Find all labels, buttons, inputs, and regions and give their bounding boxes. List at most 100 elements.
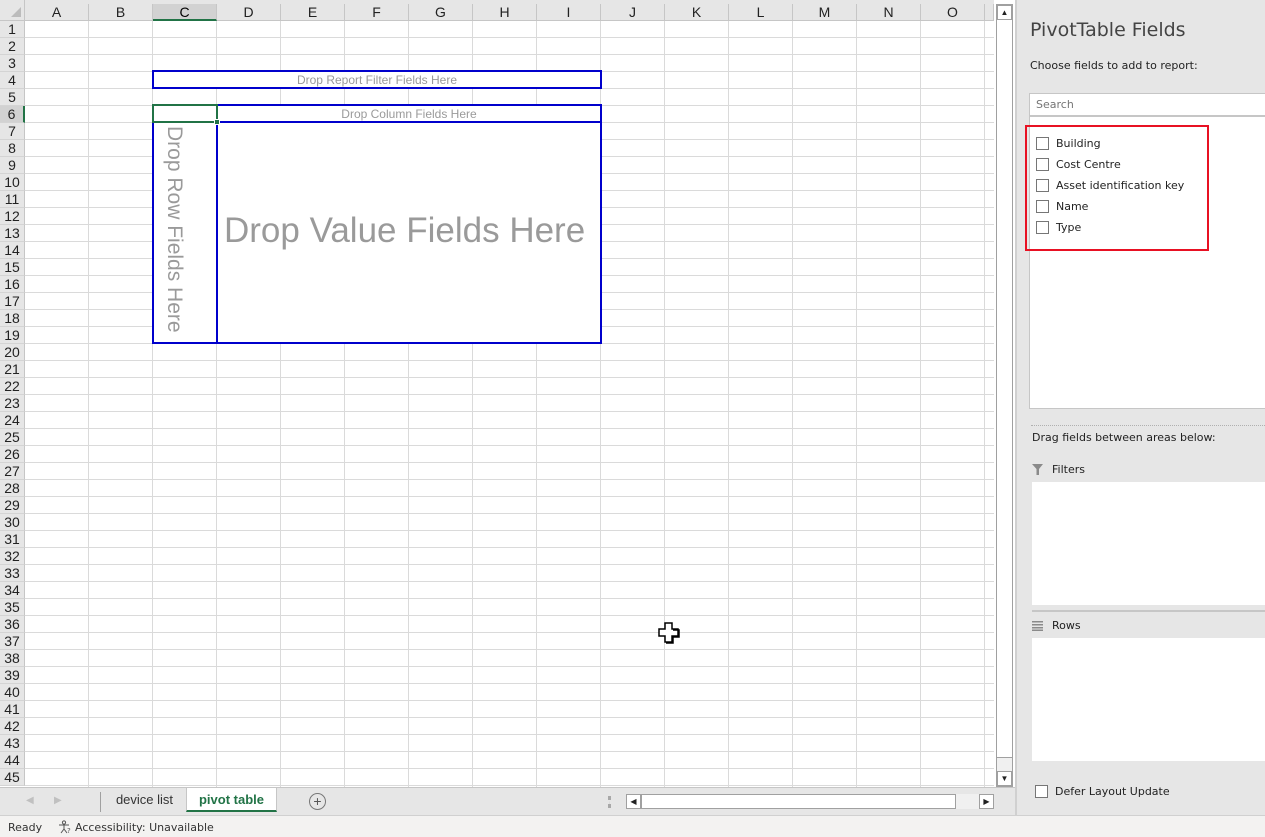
row-header-10[interactable]: 10 [0, 174, 25, 191]
row-fields-drop-area[interactable]: Drop Row Fields Here [152, 121, 218, 344]
value-fields-drop-area[interactable]: Drop Value Fields Here [216, 121, 602, 344]
column-header-L[interactable]: L [729, 4, 793, 21]
field-search-input[interactable] [1029, 93, 1265, 116]
rows-area-label: Rows [1052, 619, 1081, 632]
row-header-8[interactable]: 8 [0, 140, 25, 157]
gridline-vertical [792, 21, 793, 787]
report-filter-drop-area[interactable]: Drop Report Filter Fields Here [152, 70, 602, 89]
row-header-35[interactable]: 35 [0, 599, 25, 616]
row-header-15[interactable]: 15 [0, 259, 25, 276]
column-header-N[interactable]: N [857, 4, 921, 21]
column-header-H[interactable]: H [473, 4, 537, 21]
row-header-14[interactable]: 14 [0, 242, 25, 259]
gridline-horizontal [25, 394, 994, 395]
row-header-19[interactable]: 19 [0, 327, 25, 344]
defer-layout-update[interactable]: Defer Layout Update [1035, 785, 1170, 798]
column-header-I[interactable]: I [537, 4, 601, 21]
selected-cell-C6[interactable] [152, 104, 218, 123]
scroll-left-button[interactable]: ◀ [626, 794, 641, 809]
gridline-horizontal [25, 37, 994, 38]
row-header-11[interactable]: 11 [0, 191, 25, 208]
horizontal-scroll-thumb[interactable] [641, 794, 956, 809]
column-header-M[interactable]: M [793, 4, 857, 21]
row-header-7[interactable]: 7 [0, 123, 25, 140]
prev-sheet-icon[interactable]: ◀ [26, 795, 34, 806]
filters-drop-area[interactable] [1032, 482, 1265, 605]
row-header-43[interactable]: 43 [0, 735, 25, 752]
row-header-39[interactable]: 39 [0, 667, 25, 684]
fill-handle[interactable] [214, 119, 220, 125]
row-header-36[interactable]: 36 [0, 616, 25, 633]
row-header-23[interactable]: 23 [0, 395, 25, 412]
row-header-12[interactable]: 12 [0, 208, 25, 225]
column-header-D[interactable]: D [217, 4, 281, 21]
row-header-18[interactable]: 18 [0, 310, 25, 327]
sheet-tab-device-list[interactable]: device list [103, 788, 186, 812]
row-header-37[interactable]: 37 [0, 633, 25, 650]
gridline-horizontal [25, 581, 994, 582]
row-header-1[interactable]: 1 [0, 21, 25, 38]
add-sheet-icon[interactable]: + [309, 793, 326, 810]
defer-layout-checkbox[interactable] [1035, 785, 1048, 798]
gridline-horizontal [25, 479, 994, 480]
column-header-F[interactable]: F [345, 4, 409, 21]
row-header-3[interactable]: 3 [0, 55, 25, 72]
column-header-K[interactable]: K [665, 4, 729, 21]
row-header-29[interactable]: 29 [0, 497, 25, 514]
vertical-scroll-thumb[interactable] [997, 20, 1012, 758]
row-header-28[interactable]: 28 [0, 480, 25, 497]
row-header-24[interactable]: 24 [0, 412, 25, 429]
rows-drop-area[interactable] [1032, 638, 1265, 761]
row-header-2[interactable]: 2 [0, 38, 25, 55]
row-header-4[interactable]: 4 [0, 72, 25, 89]
accessibility-status[interactable]: Accessibility: Unavailable [75, 821, 214, 834]
gridline-horizontal [25, 530, 994, 531]
row-header-17[interactable]: 17 [0, 293, 25, 310]
row-header-21[interactable]: 21 [0, 361, 25, 378]
row-header-26[interactable]: 26 [0, 446, 25, 463]
column-header-G[interactable]: G [409, 4, 473, 21]
row-header-5[interactable]: 5 [0, 89, 25, 106]
select-all-button[interactable] [0, 0, 25, 21]
row-header-32[interactable]: 32 [0, 548, 25, 565]
row-header-44[interactable]: 44 [0, 752, 25, 769]
column-header-J[interactable]: J [601, 4, 665, 21]
row-header-13[interactable]: 13 [0, 225, 25, 242]
column-header-O[interactable]: O [921, 4, 985, 21]
vertical-scrollbar[interactable]: ▲ ▼ [996, 4, 1013, 787]
row-header-22[interactable]: 22 [0, 378, 25, 395]
row-header-40[interactable]: 40 [0, 684, 25, 701]
scroll-right-button[interactable]: ▶ [979, 794, 994, 809]
row-header-45[interactable]: 45 [0, 769, 25, 786]
row-header-25[interactable]: 25 [0, 429, 25, 446]
column-header-A[interactable]: A [25, 4, 89, 21]
row-header-42[interactable]: 42 [0, 718, 25, 735]
gridline-horizontal [25, 428, 994, 429]
row-header-30[interactable]: 30 [0, 514, 25, 531]
pivottable-fields-pane: PivotTable Fields Choose fields to add t… [1015, 0, 1265, 815]
row-header-41[interactable]: 41 [0, 701, 25, 718]
worksheet-grid[interactable]: ABCDEFGHIJKLMNO 1 2 3 4 5 6 7 8 9 10 11 12 13 14 15 16 1… [0, 0, 994, 787]
column-header-E[interactable]: E [281, 4, 345, 21]
tab-splitter-handle[interactable] [608, 796, 611, 808]
column-header-C[interactable]: C [153, 4, 217, 21]
gridline-horizontal [25, 445, 994, 446]
row-header-20[interactable]: 20 [0, 344, 25, 361]
row-header-31[interactable]: 31 [0, 531, 25, 548]
row-header-33[interactable]: 33 [0, 565, 25, 582]
row-header-6[interactable]: 6 [0, 106, 25, 123]
row-header-9[interactable]: 9 [0, 157, 25, 174]
next-sheet-icon[interactable]: ▶ [54, 795, 62, 806]
row-header-38[interactable]: 38 [0, 650, 25, 667]
vertical-scroll-track[interactable] [997, 758, 1012, 771]
gridline-vertical [856, 21, 857, 787]
column-header-B[interactable]: B [89, 4, 153, 21]
scroll-down-button[interactable]: ▼ [997, 771, 1012, 786]
sheet-tab-pivot-table[interactable]: pivot table [186, 788, 277, 812]
column-header-partial[interactable] [985, 4, 994, 21]
row-header-27[interactable]: 27 [0, 463, 25, 480]
row-header-16[interactable]: 16 [0, 276, 25, 293]
row-header-34[interactable]: 34 [0, 582, 25, 599]
horizontal-scrollbar[interactable]: ◀ ▶ [626, 794, 994, 809]
scroll-up-button[interactable]: ▲ [997, 5, 1012, 20]
